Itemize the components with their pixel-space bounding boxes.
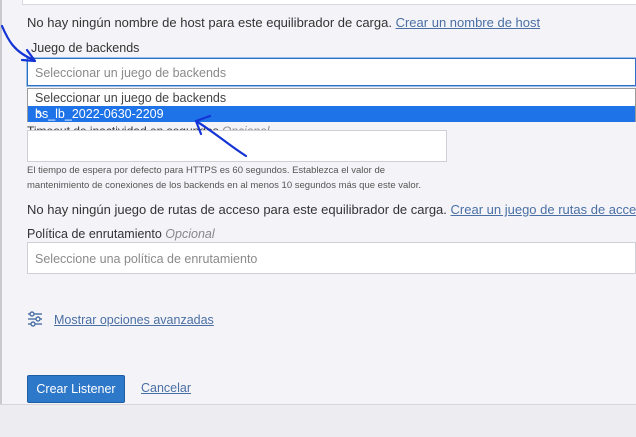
annotation-arrow-option (194, 119, 248, 158)
annotation-arrow-backend (0, 24, 36, 62)
annotation-arrows (0, 24, 248, 158)
